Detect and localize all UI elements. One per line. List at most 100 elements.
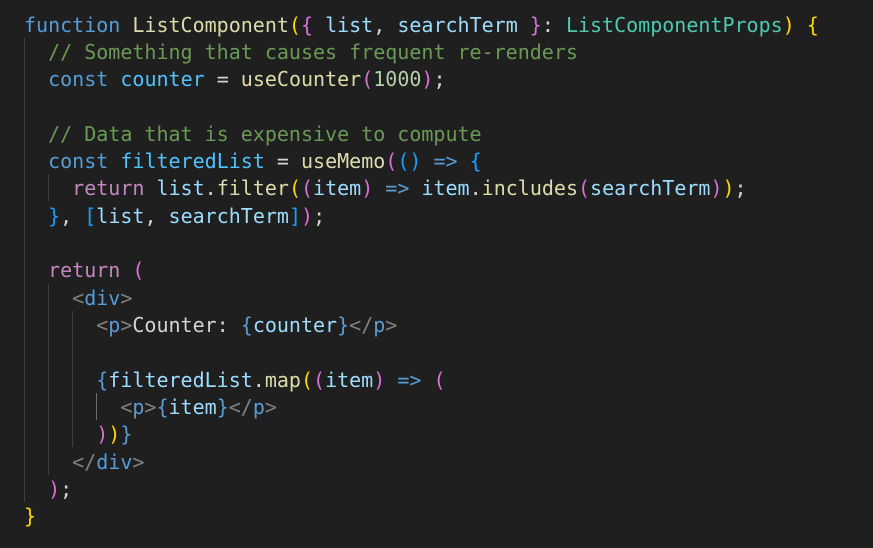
code-token: ( — [577, 176, 591, 201]
code-token: > — [120, 313, 133, 338]
code-token: ( — [385, 149, 398, 174]
code-token: ; — [313, 203, 326, 228]
code-token: ) — [421, 67, 434, 92]
code-token: ListComponent — [132, 12, 289, 37]
code-token: ) — [301, 203, 314, 228]
code-token: item — [313, 176, 362, 201]
code-token: ) — [108, 422, 121, 447]
code-token: < — [72, 285, 85, 310]
code-token: filteredList — [120, 149, 265, 174]
code-token: function — [24, 12, 121, 37]
code-token: } — [48, 203, 61, 228]
code-token: > — [264, 395, 277, 420]
code-token: </ — [349, 313, 374, 338]
code-token: { — [156, 395, 169, 420]
code-token: filteredList — [108, 367, 253, 392]
code-token: </ — [72, 449, 97, 474]
code-token: p — [373, 313, 386, 338]
code-token: useMemo — [300, 149, 386, 174]
code-token: = — [264, 149, 301, 174]
code-token: counter — [120, 67, 205, 92]
code-token: searchTerm — [168, 203, 289, 228]
code-token: list — [156, 176, 205, 201]
code-token: useCounter — [240, 67, 362, 92]
code-token: return — [48, 258, 121, 283]
code-line: } — [24, 503, 36, 530]
code-line: const filteredList = useMemo(() => { — [24, 148, 482, 175]
code-token: { — [806, 12, 819, 37]
code-token: </ — [228, 395, 253, 420]
code-token: // Data that is expensive to compute — [48, 121, 482, 146]
code-token: div — [96, 449, 133, 474]
code-line: <p>{item}</p> — [24, 394, 277, 421]
code-line: // Something that causes frequent re-ren… — [24, 39, 578, 66]
code-editor[interactable]: function ListComponent({ list, searchTer… — [0, 0, 873, 548]
code-token: map — [264, 367, 301, 392]
code-token: p — [252, 395, 265, 420]
code-token: < — [96, 313, 109, 338]
code-line: ); — [24, 476, 72, 503]
code-token: } — [337, 313, 350, 338]
code-token: : — [541, 12, 566, 37]
code-token: ( — [132, 258, 145, 283]
code-token: { — [96, 367, 109, 392]
code-token: [ — [84, 203, 97, 228]
code-token: } — [216, 395, 229, 420]
code-token: => — [385, 176, 410, 201]
code-token: . — [469, 176, 482, 201]
code-token: } — [120, 422, 133, 447]
code-token: p — [132, 395, 145, 420]
code-token: = — [204, 67, 241, 92]
code-token: , — [60, 203, 85, 228]
code-token: ) — [96, 422, 109, 447]
code-token: ) — [361, 176, 374, 201]
code-token: counter — [252, 313, 338, 338]
code-token: ; — [60, 477, 73, 502]
code-token: ( — [300, 367, 314, 392]
code-token: includes — [481, 176, 578, 201]
code-token: list — [325, 12, 374, 37]
code-token: { — [240, 313, 253, 338]
code-token: searchTerm — [397, 12, 518, 37]
code-token: () — [397, 149, 422, 174]
code-line: return list.filter((item) => item.includ… — [24, 175, 746, 202]
code-token: const — [48, 67, 109, 92]
code-line: // Data that is expensive to compute — [24, 121, 482, 148]
code-token: } — [529, 12, 542, 37]
code-line: return ( — [24, 257, 144, 284]
code-line: <p>Counter: {counter}</p> — [24, 312, 397, 339]
code-token: => — [397, 367, 422, 392]
code-token: < — [120, 395, 133, 420]
code-token: ( — [361, 67, 374, 92]
code-token: ( — [288, 12, 301, 37]
code-token: } — [24, 504, 37, 529]
code-token: 1000 — [373, 67, 422, 92]
code-token: div — [84, 285, 121, 310]
code-token: ) — [722, 176, 735, 201]
code-token: ) — [48, 477, 61, 502]
code-token: ) — [710, 176, 723, 201]
code-token: { — [300, 12, 314, 37]
